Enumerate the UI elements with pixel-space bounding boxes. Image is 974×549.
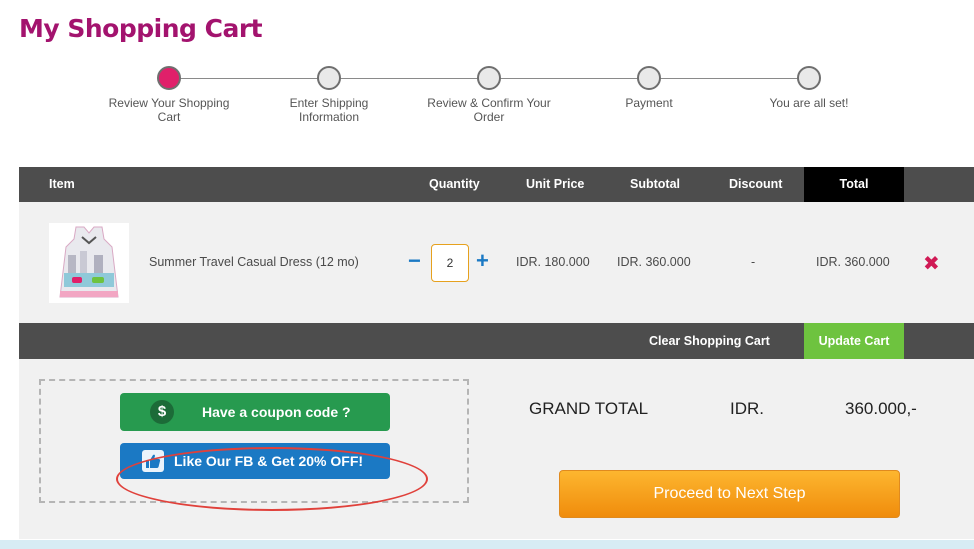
unit-price: IDR. 180.000 <box>516 255 590 269</box>
discount: - <box>751 255 756 269</box>
step-shipping[interactable]: Enter Shipping Information <box>264 66 394 124</box>
step-dot <box>477 66 501 90</box>
grand-total-value: 360.000,- <box>845 399 917 418</box>
cart-summary: $ Have a coupon code ? Like Our FB & Get… <box>19 359 974 539</box>
header-subtotal: Subtotal <box>630 177 680 191</box>
highlight-ellipse <box>116 447 428 511</box>
step-label: Review Your Shopping Cart <box>108 96 230 124</box>
header-item: Item <box>49 177 75 191</box>
step-confirm[interactable]: Review & Confirm Your Order <box>424 66 554 124</box>
dollar-icon: $ <box>150 400 174 424</box>
step-review-cart[interactable]: Review Your Shopping Cart <box>104 66 234 124</box>
footer-strip <box>0 540 974 549</box>
cart-action-bar: Clear Shopping Cart Update Cart <box>19 323 974 359</box>
step-label: Review & Confirm Your Order <box>427 96 551 124</box>
step-dot <box>797 66 821 90</box>
step-dot-active <box>157 66 181 90</box>
product-name[interactable]: Summer Travel Casual Dress (12 mo) <box>149 255 359 269</box>
step-dot <box>317 66 341 90</box>
quantity-increase-button[interactable]: + <box>476 248 489 274</box>
proceed-button[interactable]: Proceed to Next Step <box>559 470 900 518</box>
row-total: IDR. 360.000 <box>816 255 890 269</box>
step-label: You are all set! <box>769 96 849 110</box>
coupon-button[interactable]: $ Have a coupon code ? <box>120 393 390 431</box>
grand-total-currency: IDR. <box>730 399 764 418</box>
step-payment[interactable]: Payment <box>584 66 714 110</box>
step-dot <box>637 66 661 90</box>
grand-total-label: GRAND TOTAL <box>529 399 649 418</box>
update-cart-button[interactable]: Update Cart <box>804 323 904 359</box>
header-unit-price: Unit Price <box>526 177 585 191</box>
step-label: Payment <box>625 96 673 110</box>
page-title: My Shopping Cart <box>19 14 263 43</box>
header-quantity: Quantity <box>429 177 480 191</box>
quantity-decrease-button[interactable]: − <box>408 248 421 274</box>
product-thumbnail[interactable] <box>49 223 129 303</box>
close-icon[interactable]: ✖ <box>923 251 940 276</box>
header-total: Total <box>804 167 904 202</box>
dress-image <box>59 226 119 298</box>
table-row: Summer Travel Casual Dress (12 mo) − 2 +… <box>19 202 974 323</box>
clear-cart-button[interactable]: Clear Shopping Cart <box>649 323 770 359</box>
coupon-button-label: Have a coupon code ? <box>202 404 351 420</box>
subtotal: IDR. 360.000 <box>617 255 691 269</box>
promo-box: $ Have a coupon code ? Like Our FB & Get… <box>39 379 469 511</box>
checkout-stepper: Review Your Shopping Cart Enter Shipping… <box>0 66 974 136</box>
cart-table-header: Item Quantity Unit Price Subtotal Discou… <box>19 167 974 202</box>
step-label: Enter Shipping Information <box>289 96 369 124</box>
step-done[interactable]: You are all set! <box>744 66 874 110</box>
quantity-input[interactable]: 2 <box>431 244 469 282</box>
header-discount: Discount <box>729 177 783 191</box>
